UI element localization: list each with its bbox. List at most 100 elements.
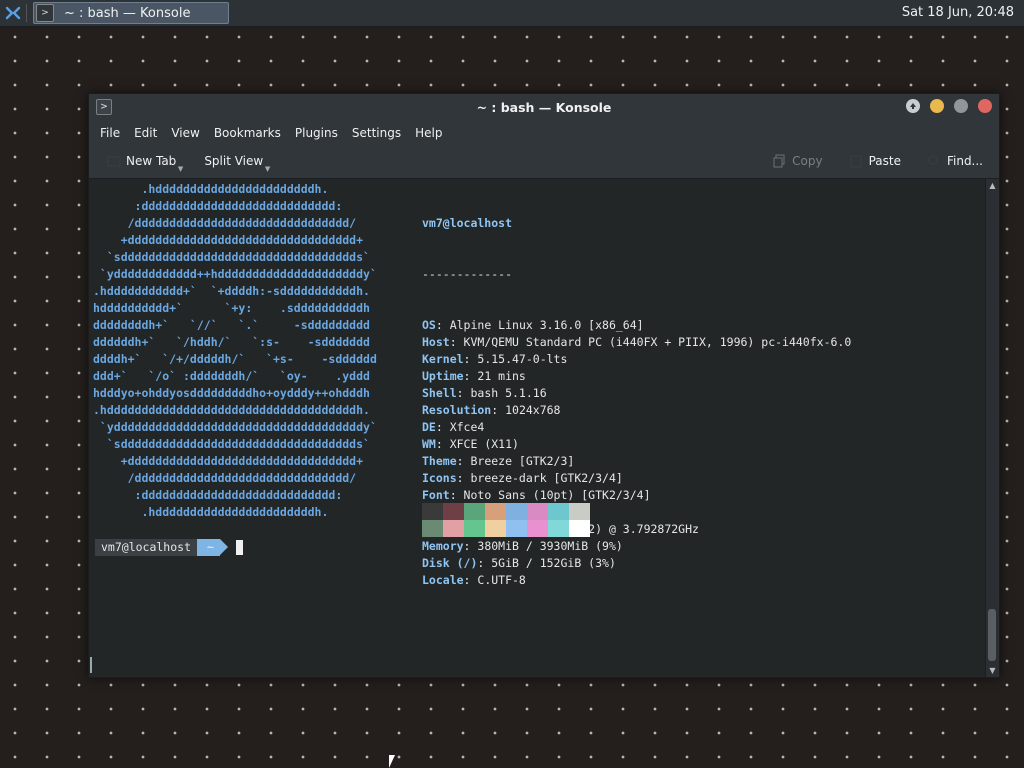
color-swatch bbox=[527, 520, 548, 537]
taskbar-title: ~ : bash — Konsole bbox=[64, 5, 191, 21]
keep-above-button[interactable] bbox=[906, 99, 920, 113]
color-swatch bbox=[569, 503, 590, 520]
window-titlebar[interactable]: > ~ : bash — Konsole bbox=[89, 94, 999, 121]
arrow-up-icon bbox=[910, 103, 916, 109]
color-swatch bbox=[569, 520, 590, 537]
maximize-button[interactable] bbox=[954, 99, 968, 113]
logo-line: ddddddddh+` `//` `.` -sddddddddd bbox=[93, 318, 370, 332]
konsole-window: > ~ : bash — Konsole File Edit View Book… bbox=[88, 93, 1000, 678]
color-swatch bbox=[548, 503, 569, 520]
paste-label: Paste bbox=[868, 154, 901, 168]
minimize-button[interactable] bbox=[930, 99, 944, 113]
scroll-down-icon[interactable]: ▼ bbox=[986, 664, 999, 677]
menu-plugins[interactable]: Plugins bbox=[288, 126, 345, 140]
info-row: Locale: C.UTF-8 bbox=[422, 572, 851, 589]
info-row: Kernel: 5.15.47-0-lts bbox=[422, 351, 851, 368]
color-swatch bbox=[506, 520, 527, 537]
color-swatch bbox=[464, 520, 485, 537]
menu-view[interactable]: View bbox=[164, 126, 206, 140]
info-row: Icons: breeze-dark [GTK2/3/4] bbox=[422, 470, 851, 487]
info-key: Kernel bbox=[422, 352, 464, 366]
color-swatch bbox=[485, 503, 506, 520]
paste-button[interactable]: Paste bbox=[841, 154, 909, 168]
logo-line: ddddh+` `/+/dddddh/` `+s- -sdddddd bbox=[93, 352, 377, 366]
info-row: Uptime: 21 mins bbox=[422, 368, 851, 385]
info-key: Disk (/) bbox=[422, 556, 478, 570]
search-icon bbox=[928, 155, 938, 165]
copy-button[interactable]: Copy bbox=[764, 154, 830, 168]
info-key: OS bbox=[422, 318, 436, 332]
info-row: Shell: bash 5.1.16 bbox=[422, 385, 851, 402]
new-tab-button[interactable]: New Tab ▼ bbox=[99, 154, 184, 173]
new-tab-icon bbox=[107, 156, 121, 167]
menu-file[interactable]: File bbox=[93, 126, 127, 140]
info-row: DE: Xfce4 bbox=[422, 419, 851, 436]
split-view-label: Split View bbox=[204, 154, 264, 168]
info-value: : Noto Sans (10pt) [GTK2/3/4] bbox=[449, 488, 651, 502]
info-row: Host: KVM/QEMU Standard PC (i440FX + PII… bbox=[422, 334, 851, 351]
info-value: : 21 mins bbox=[463, 369, 526, 383]
info-row: WM: XFCE (X11) bbox=[422, 436, 851, 453]
panel-clock[interactable]: Sat 18 Jun, 20:48 bbox=[902, 5, 1014, 20]
logo-line: hdddddddddd+` `+y: .sddddddddddh bbox=[93, 301, 370, 315]
info-separator: ------------- bbox=[422, 267, 513, 281]
logo-line: `ydddddddddddd++hdddddddddddddddddddddy` bbox=[93, 267, 377, 281]
menu-edit[interactable]: Edit bbox=[127, 126, 164, 140]
info-value: : 5GiB / 152GiB (3%) bbox=[477, 556, 616, 570]
color-swatch bbox=[422, 520, 443, 537]
info-key: Memory bbox=[422, 539, 464, 553]
window-controls bbox=[906, 99, 992, 113]
ascii-logo: .hdddddddddddddddddddddddh. :ddddddddddd… bbox=[93, 181, 377, 521]
color-swatch bbox=[443, 520, 464, 537]
scrollbar-thumb[interactable] bbox=[988, 609, 996, 661]
find-button[interactable]: Find... bbox=[919, 154, 991, 168]
logo-line: hdddyo+ohddyosdddddddddho+oydddy++ohdddh bbox=[93, 386, 370, 400]
info-key: Resolution bbox=[422, 403, 492, 417]
color-swatch bbox=[548, 520, 569, 537]
dropdown-arrow-icon: ▼ bbox=[264, 165, 271, 173]
menu-help[interactable]: Help bbox=[408, 126, 449, 140]
menu-bookmarks[interactable]: Bookmarks bbox=[207, 126, 288, 140]
logo-line: :dddddddddddddddddddddddddddd: bbox=[93, 488, 343, 502]
logo-line: ddd+` `/o` :dddddddh/` `oy- .yddd bbox=[93, 369, 370, 383]
info-row: OS: Alpine Linux 3.16.0 [x86_64] bbox=[422, 317, 851, 334]
split-view-button[interactable]: Split View ▼ bbox=[196, 154, 271, 173]
close-button[interactable] bbox=[978, 99, 992, 113]
logo-line: `sdddddddddddddddddddddddddddddddddds` bbox=[93, 437, 370, 451]
info-key: DE bbox=[422, 420, 436, 434]
info-key: Locale bbox=[422, 573, 464, 587]
copy-label: Copy bbox=[792, 154, 823, 168]
dropdown-arrow-icon: ▼ bbox=[177, 165, 184, 173]
info-value: : KVM/QEMU Standard PC (i440FX + PIIX, 1… bbox=[449, 335, 852, 349]
logo-line: /ddddddddddddddddddddddddddddddd/ bbox=[93, 216, 357, 230]
info-value: : C.UTF-8 bbox=[463, 573, 526, 587]
system-info: vm7@localhost ------------- OS: Alpine L… bbox=[422, 181, 851, 587]
info-key: Shell bbox=[422, 386, 457, 400]
terminal-view[interactable]: .hdddddddddddddddddddddddh. :ddddddddddd… bbox=[89, 179, 987, 677]
info-value: : Breeze [GTK2/3] bbox=[456, 454, 575, 468]
info-key: Font bbox=[422, 488, 450, 502]
new-tab-label: New Tab bbox=[126, 154, 177, 168]
logo-line: ddddddh+` `/hddh/` `:s- -sddddddd bbox=[93, 335, 370, 349]
color-swatch bbox=[422, 503, 443, 520]
color-swatch bbox=[443, 503, 464, 520]
shell-prompt: vm7@localhost ~ bbox=[95, 539, 243, 556]
window-terminal-icon[interactable]: > bbox=[96, 99, 112, 115]
app-launcher-button[interactable] bbox=[0, 0, 26, 26]
scroll-up-icon[interactable]: ▲ bbox=[986, 179, 999, 192]
logo-line: +ddddddddddddddddddddddddddddddddd+ bbox=[93, 454, 364, 468]
info-row: Resolution: 1024x768 bbox=[422, 402, 851, 419]
mouse-pointer-icon bbox=[389, 755, 395, 768]
logo-line: .hdddddddddddddddddddddddh. bbox=[93, 505, 329, 519]
terminal-scrollbar[interactable]: ▲ ▼ bbox=[985, 179, 999, 677]
info-value: : Alpine Linux 3.16.0 [x86_64] bbox=[435, 318, 644, 332]
info-key: Uptime bbox=[422, 369, 464, 383]
terminal-icon: > bbox=[36, 4, 54, 22]
logo-line: .hddddddddddd+` `+ddddh:-sdddddddddddh. bbox=[93, 284, 370, 298]
color-palette bbox=[422, 503, 590, 537]
window-title: ~ : bash — Konsole bbox=[476, 100, 612, 115]
info-key: Theme bbox=[422, 454, 457, 468]
menu-settings[interactable]: Settings bbox=[345, 126, 408, 140]
taskbar-konsole-button[interactable]: > ~ : bash — Konsole bbox=[33, 2, 229, 24]
info-key: Host bbox=[422, 335, 450, 349]
